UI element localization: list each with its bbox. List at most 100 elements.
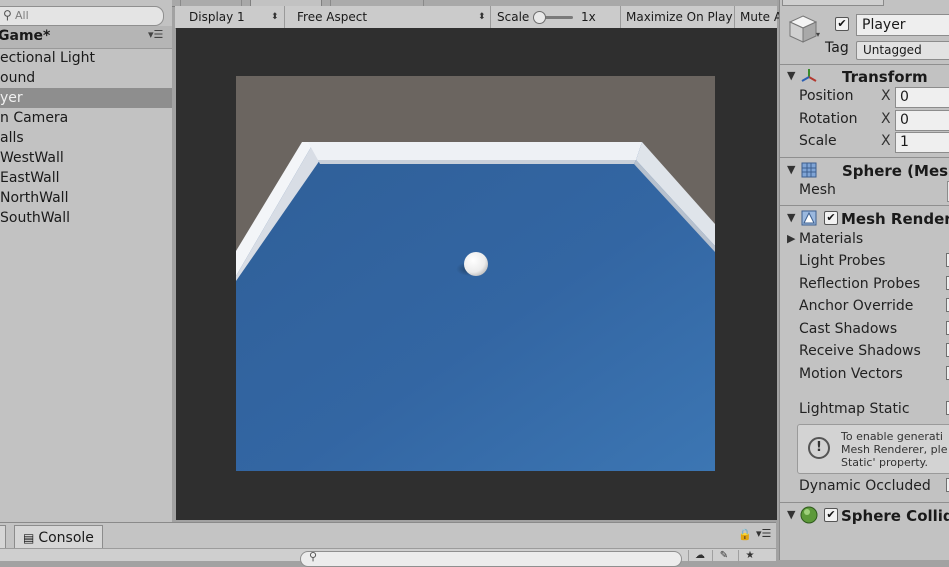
hierarchy-item-ground[interactable]: ound <box>0 68 172 88</box>
hierarchy-item-northwall[interactable]: NorthWall <box>0 188 172 208</box>
scene-name: Game* <box>0 28 51 44</box>
sphere-collider-title: Sphere Collide <box>841 507 949 525</box>
position-x-field[interactable]: 0 <box>895 87 949 108</box>
info-icon: ! <box>808 437 830 459</box>
search-icon: ⚲ <box>309 550 318 563</box>
search-icon: ⚲ <box>3 8 12 22</box>
foldout-arrow-icon[interactable]: ▼ <box>787 163 795 176</box>
display-arrow-icon: ⬍ <box>271 12 279 22</box>
lock-icon[interactable]: 🔒 <box>738 528 752 541</box>
tag-dropdown[interactable]: Untagged <box>856 41 949 60</box>
display-dropdown[interactable]: Display 1 ⬍ <box>175 6 285 28</box>
maximize-on-play-toggle[interactable]: Maximize On Play <box>620 6 735 28</box>
inspector-tab[interactable] <box>782 0 884 6</box>
scale-label: Scale <box>799 133 837 149</box>
scene-menu-icon[interactable]: ▾☰ <box>148 28 163 41</box>
console-search-input[interactable]: ⚲ <box>300 550 682 567</box>
gameobject-cube-icon <box>788 15 818 43</box>
reflection-probes-label: Reflection Probes <box>799 276 921 292</box>
mesh-renderer-header[interactable]: ▼ ✔ Mesh Renderer <box>780 208 949 230</box>
pin-icon[interactable]: ✎ <box>712 550 735 564</box>
collab-icon[interactable]: ☁ <box>688 550 711 564</box>
game-toolbar: Display 1 ⬍ Free Aspect ⬍ Scale 1x Maxim… <box>175 6 782 29</box>
ground-plane <box>236 142 715 471</box>
hierarchy-item-walls[interactable]: alls <box>0 128 172 148</box>
position-label: Position <box>799 88 854 104</box>
mesh-renderer-icon <box>801 210 817 226</box>
foldout-arrow-icon[interactable]: ▼ <box>787 508 795 521</box>
hierarchy-item-directional-light[interactable]: ectional Light <box>0 48 172 68</box>
mute-audio-toggle[interactable]: Mute A <box>734 6 782 28</box>
materials-foldout-icon[interactable]: ▶ <box>787 232 795 245</box>
inspector-panel: ▾ ✔ Player Tag Untagged ▼ Transform Posi… <box>779 0 949 560</box>
aspect-dropdown[interactable]: Free Aspect ⬍ <box>284 6 491 28</box>
sphere-collider-enabled-checkbox[interactable]: ✔ <box>824 508 838 522</box>
scale-slider-handle[interactable] <box>533 11 546 24</box>
tab-console[interactable]: ▤ Console <box>14 525 103 550</box>
rotation-x-label: X <box>881 111 891 127</box>
console-panel-header: ▤ Console 🔒 ▾☰ <box>0 522 776 550</box>
hierarchy-item-player[interactable]: yer <box>0 88 172 108</box>
anchor-override-label: Anchor Override <box>799 298 914 314</box>
hierarchy-search-input[interactable]: ⚲ All <box>0 6 164 26</box>
divider <box>780 64 949 65</box>
game-render-view[interactable] <box>236 76 715 471</box>
transform-icon <box>801 69 817 82</box>
dynamic-occluded-label: Dynamic Occluded <box>799 478 931 494</box>
hierarchy-item-eastwall[interactable]: EastWall <box>0 168 172 188</box>
console-icon: ▤ <box>23 531 35 545</box>
favorite-star-icon[interactable]: ★ <box>738 550 761 564</box>
mesh-renderer-title: Mesh Renderer <box>841 210 949 228</box>
aspect-value: Free Aspect <box>297 10 368 24</box>
rotation-x-field[interactable]: 0 <box>895 110 949 131</box>
north-wall <box>308 142 642 160</box>
scale-x-label: X <box>881 133 891 149</box>
console-tab-label: Console <box>38 530 94 546</box>
aspect-arrow-icon: ⬍ <box>478 12 486 22</box>
info-line: Static' property. <box>841 456 928 469</box>
foldout-arrow-icon[interactable]: ▼ <box>787 69 795 82</box>
transform-header[interactable]: ▼ Transform <box>780 66 949 88</box>
tab-project[interactable] <box>0 525 6 550</box>
console-toolbar: ⚲ ☁ ✎ ★ <box>0 548 776 567</box>
mesh-renderer-enabled-checkbox[interactable]: ✔ <box>824 211 838 225</box>
tag-label: Tag <box>825 40 849 56</box>
mesh-filter-header[interactable]: ▼ Sphere (Mesh <box>780 160 949 182</box>
materials-label[interactable]: Materials <box>799 231 863 247</box>
divider <box>780 157 949 158</box>
lightmap-static-label: Lightmap Static <box>799 401 910 417</box>
scene-header[interactable]: Game* ▾☰ <box>0 26 172 49</box>
motion-vectors-label: Motion Vectors <box>799 366 903 382</box>
info-helpbox: ! To enable generati Mesh Renderer, ple … <box>797 424 949 474</box>
object-name-field[interactable]: Player <box>856 14 949 36</box>
sphere-collider-header[interactable]: ▼ ✔ Sphere Collide <box>780 505 949 527</box>
display-value: Display 1 <box>189 10 245 24</box>
icon-dropdown-arrow-icon[interactable]: ▾ <box>816 30 820 39</box>
foldout-arrow-icon[interactable]: ▼ <box>787 211 795 224</box>
scale-x-field[interactable]: 1 <box>895 132 949 153</box>
receive-shadows-label: Receive Shadows <box>799 343 921 359</box>
hierarchy-item-westwall[interactable]: WestWall <box>0 148 172 168</box>
active-checkbox[interactable]: ✔ <box>835 17 849 31</box>
divider <box>780 502 949 503</box>
sphere-collider-icon <box>800 506 818 524</box>
search-placeholder: All <box>15 9 29 22</box>
transform-title: Transform <box>842 68 928 86</box>
hierarchy-panel: ⚲ All Game* ▾☰ ectional Light ound yer n… <box>0 0 172 522</box>
light-probes-label: Light Probes <box>799 253 886 269</box>
north-wall-edge <box>318 160 636 164</box>
mesh-filter-icon <box>801 162 817 178</box>
position-x-label: X <box>881 88 891 104</box>
hierarchy-item-main-camera[interactable]: n Camera <box>0 108 172 128</box>
divider <box>780 205 949 206</box>
rotation-label: Rotation <box>799 111 858 127</box>
info-line: To enable generati <box>841 430 943 443</box>
cast-shadows-label: Cast Shadows <box>799 321 898 337</box>
info-message: To enable generati Mesh Renderer, ple St… <box>841 430 947 469</box>
scale-value: 1x <box>581 10 596 24</box>
panel-menu-icon[interactable]: ▾☰ <box>756 527 771 540</box>
scale-label: Scale <box>497 10 530 24</box>
mesh-label: Mesh <box>799 182 836 198</box>
hierarchy-item-southwall[interactable]: SouthWall <box>0 208 172 228</box>
info-line: Mesh Renderer, ple <box>841 443 948 456</box>
